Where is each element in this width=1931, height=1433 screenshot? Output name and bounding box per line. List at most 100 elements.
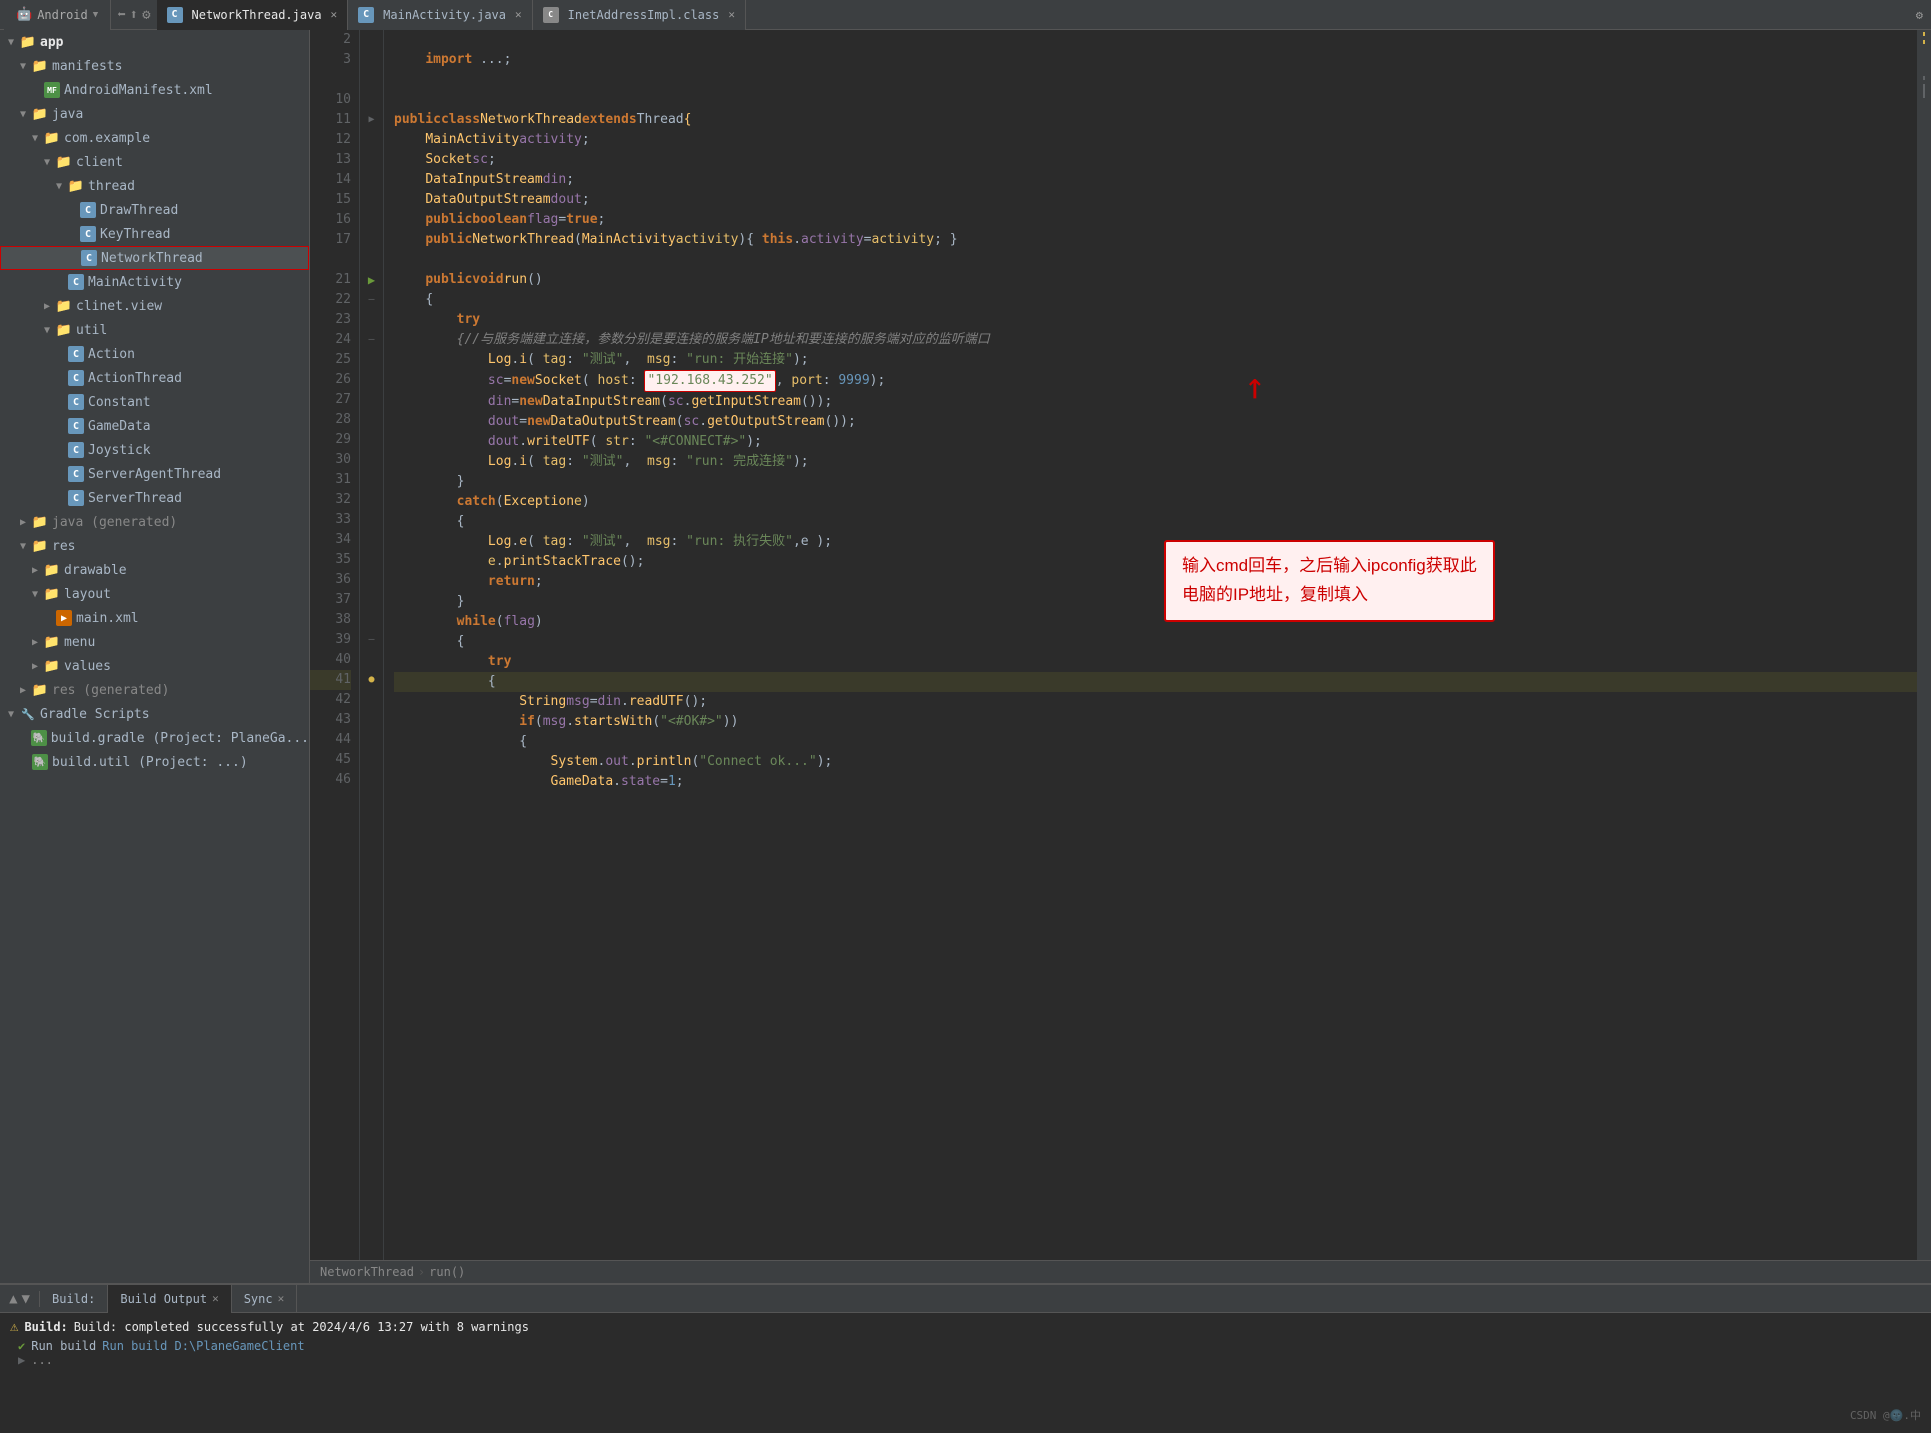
- code-line-14: DataInputStream din;: [394, 170, 1917, 190]
- drawthread-label: DrawThread: [100, 203, 178, 218]
- sidebar-item-res[interactable]: 📁 res: [0, 534, 309, 558]
- sidebar-item-drawable[interactable]: 📁 drawable: [0, 558, 309, 582]
- sidebar-item-client[interactable]: 📁 client: [0, 150, 309, 174]
- sidebar-item-mainactivity[interactable]: C MainActivity: [0, 270, 309, 294]
- serverthread-icon: C: [68, 490, 84, 506]
- sidebar-item-networkthread[interactable]: C NetworkThread: [0, 246, 309, 270]
- close-sync[interactable]: ✕: [278, 1292, 285, 1305]
- sidebar-item-actionthread[interactable]: C ActionThread: [0, 366, 309, 390]
- tab-android[interactable]: 🤖 Android ▼: [4, 0, 111, 30]
- mainactivity-file-icon: C: [68, 274, 84, 290]
- sidebar-item-java-generated[interactable]: 📁 java (generated): [0, 510, 309, 534]
- gradle-scripts-arrow: [8, 709, 20, 720]
- tab-inetaddress-label: InetAddressImpl.class: [568, 8, 720, 22]
- code-line-38: while(flag): [394, 612, 1917, 632]
- sidebar-item-values[interactable]: 📁 values: [0, 654, 309, 678]
- bottom-tab-build-output[interactable]: Build Output ✕: [108, 1285, 231, 1313]
- layout-label: layout: [64, 587, 111, 602]
- bottom-left-controls[interactable]: ▲ ▼: [0, 1291, 40, 1307]
- tab-networkthread-label: NetworkThread.java: [192, 8, 322, 22]
- androidmanifest-icon: MF: [44, 82, 60, 98]
- build-detail-label: ...: [31, 1353, 53, 1367]
- keythread-icon: C: [80, 226, 96, 242]
- bottom-tab-build[interactable]: Build:: [40, 1285, 108, 1313]
- menu-icon: 📁: [44, 634, 60, 650]
- sidebar-item-util[interactable]: 📁 util: [0, 318, 309, 342]
- sidebar-item-gradle-scripts[interactable]: 🔧 Gradle Scripts: [0, 702, 309, 726]
- annotation-container: ↓ 输入cmd回车，之后输入ipconfig获取此电脑的IP地址，复制填入: [1164, 520, 1495, 622]
- sidebar-item-action[interactable]: C Action: [0, 342, 309, 366]
- code-line-33: {: [394, 512, 1917, 532]
- sidebar-item-thread[interactable]: 📁 thread: [0, 174, 309, 198]
- sidebar-item-mainxml[interactable]: ▶ main.xml: [0, 606, 309, 630]
- sidebar-item-androidmanifest[interactable]: MF AndroidManifest.xml: [0, 78, 309, 102]
- sidebar-item-gamedata[interactable]: C GameData: [0, 414, 309, 438]
- util-label: util: [76, 323, 107, 338]
- csdn-watermark: CSDN @🌚.中: [1850, 1407, 1921, 1423]
- constant-icon: C: [68, 394, 84, 410]
- code-container: 2 3 . 10 11 12 13 14 15 16 17 . 21 22 23…: [310, 30, 1931, 1260]
- annotation-box: 输入cmd回车，之后输入ipconfig获取此电脑的IP地址，复制填入: [1164, 540, 1495, 622]
- sidebar-item-serverthread[interactable]: C ServerThread: [0, 486, 309, 510]
- sidebar-item-keythread[interactable]: C KeyThread: [0, 222, 309, 246]
- code-line-42: String msg=din.readUTF();: [394, 692, 1917, 712]
- tab-mainactivity[interactable]: C MainActivity.java ✕: [348, 0, 532, 30]
- sidebar-item-layout[interactable]: 📁 layout: [0, 582, 309, 606]
- sidebar-item-constant[interactable]: C Constant: [0, 390, 309, 414]
- sidebar-item-serveragentthread[interactable]: C ServerAgentThread: [0, 462, 309, 486]
- tab-networkthread[interactable]: C NetworkThread.java ✕: [157, 0, 349, 30]
- sidebar-item-build-util[interactable]: 🐘 build.util (Project: ...): [0, 750, 309, 774]
- close-inetaddress[interactable]: ✕: [728, 8, 735, 21]
- sidebar-item-comexample[interactable]: 📁 com.example: [0, 126, 309, 150]
- java-label: java: [52, 107, 83, 122]
- sidebar-item-drawthread[interactable]: C DrawThread: [0, 198, 309, 222]
- tab-settings-btn[interactable]: ⚙: [1908, 8, 1931, 22]
- menu-label: menu: [64, 635, 95, 650]
- nav-icon-3[interactable]: ⚙: [142, 7, 150, 23]
- nav-icon-2[interactable]: ⬆: [130, 7, 138, 23]
- scroll-indicator[interactable]: [1917, 30, 1931, 1260]
- close-networkthread[interactable]: ✕: [331, 8, 338, 21]
- drawable-arrow: [32, 565, 44, 576]
- mainactivity-file-label: MainActivity: [88, 275, 182, 290]
- sidebar-item-manifests[interactable]: 📁 manifests: [0, 54, 309, 78]
- sidebar-item-res-generated[interactable]: 📁 res (generated): [0, 678, 309, 702]
- code-line-26: sc=new Socket( host: "192.168.43.252", p…: [394, 370, 1917, 392]
- sidebar-item-joystick[interactable]: C Joystick: [0, 438, 309, 462]
- bottom-panel: ▲ ▼ Build: Build Output ✕ Sync ✕ ⚠ Build…: [0, 1283, 1931, 1433]
- run-build-path: Run build D:\PlaneGameClient: [102, 1339, 304, 1353]
- code-editor[interactable]: import ...; public class NetworkThread e…: [384, 30, 1917, 1260]
- menu-arrow: [32, 637, 44, 648]
- nav-icon-1[interactable]: ⬅: [117, 7, 125, 23]
- sidebar-item-build-gradle[interactable]: 🐘 build.gradle (Project: PlaneGa...: [0, 726, 309, 750]
- serveragentthread-icon: C: [68, 466, 84, 482]
- sidebar-item-app[interactable]: 📁 app: [0, 30, 309, 54]
- sidebar-item-java[interactable]: 📁 java: [0, 102, 309, 126]
- inetaddress-icon: C: [543, 7, 559, 23]
- close-mainactivity[interactable]: ✕: [515, 8, 522, 21]
- sidebar: 📁 app 📁 manifests MF AndroidManifest.xml…: [0, 30, 310, 1283]
- tab-inetaddress[interactable]: C InetAddressImpl.class ✕: [533, 0, 746, 30]
- clinetview-arrow: [44, 301, 56, 312]
- breadcrumb-separator: ›: [418, 1265, 425, 1279]
- code-line-13: Socket sc;: [394, 150, 1917, 170]
- thread-arrow: [56, 181, 68, 192]
- code-line-45: System.out.println("Connect ok...");: [394, 752, 1917, 772]
- close-build-output[interactable]: ✕: [212, 1292, 219, 1305]
- bottom-tabs: ▲ ▼ Build: Build Output ✕ Sync ✕: [0, 1285, 1931, 1313]
- code-line-space1: [394, 70, 1917, 90]
- code-line-15: DataOutputStream dout;: [394, 190, 1917, 210]
- comexample-icon: 📁: [44, 130, 60, 146]
- gamedata-icon: C: [68, 418, 84, 434]
- sidebar-item-clinetview[interactable]: 📁 clinet.view: [0, 294, 309, 318]
- sidebar-item-menu[interactable]: 📁 menu: [0, 630, 309, 654]
- app-folder-icon: 📁: [20, 34, 36, 50]
- values-arrow: [32, 661, 44, 672]
- res-arrow: [20, 541, 32, 552]
- bottom-tab-sync[interactable]: Sync ✕: [232, 1285, 298, 1313]
- code-line-37: }: [394, 592, 1917, 612]
- bottom-nav-down[interactable]: ▼: [22, 1291, 30, 1307]
- res-generated-label: res (generated): [52, 683, 169, 698]
- java-generated-arrow: [20, 517, 32, 528]
- bottom-nav-up[interactable]: ▲: [9, 1291, 17, 1307]
